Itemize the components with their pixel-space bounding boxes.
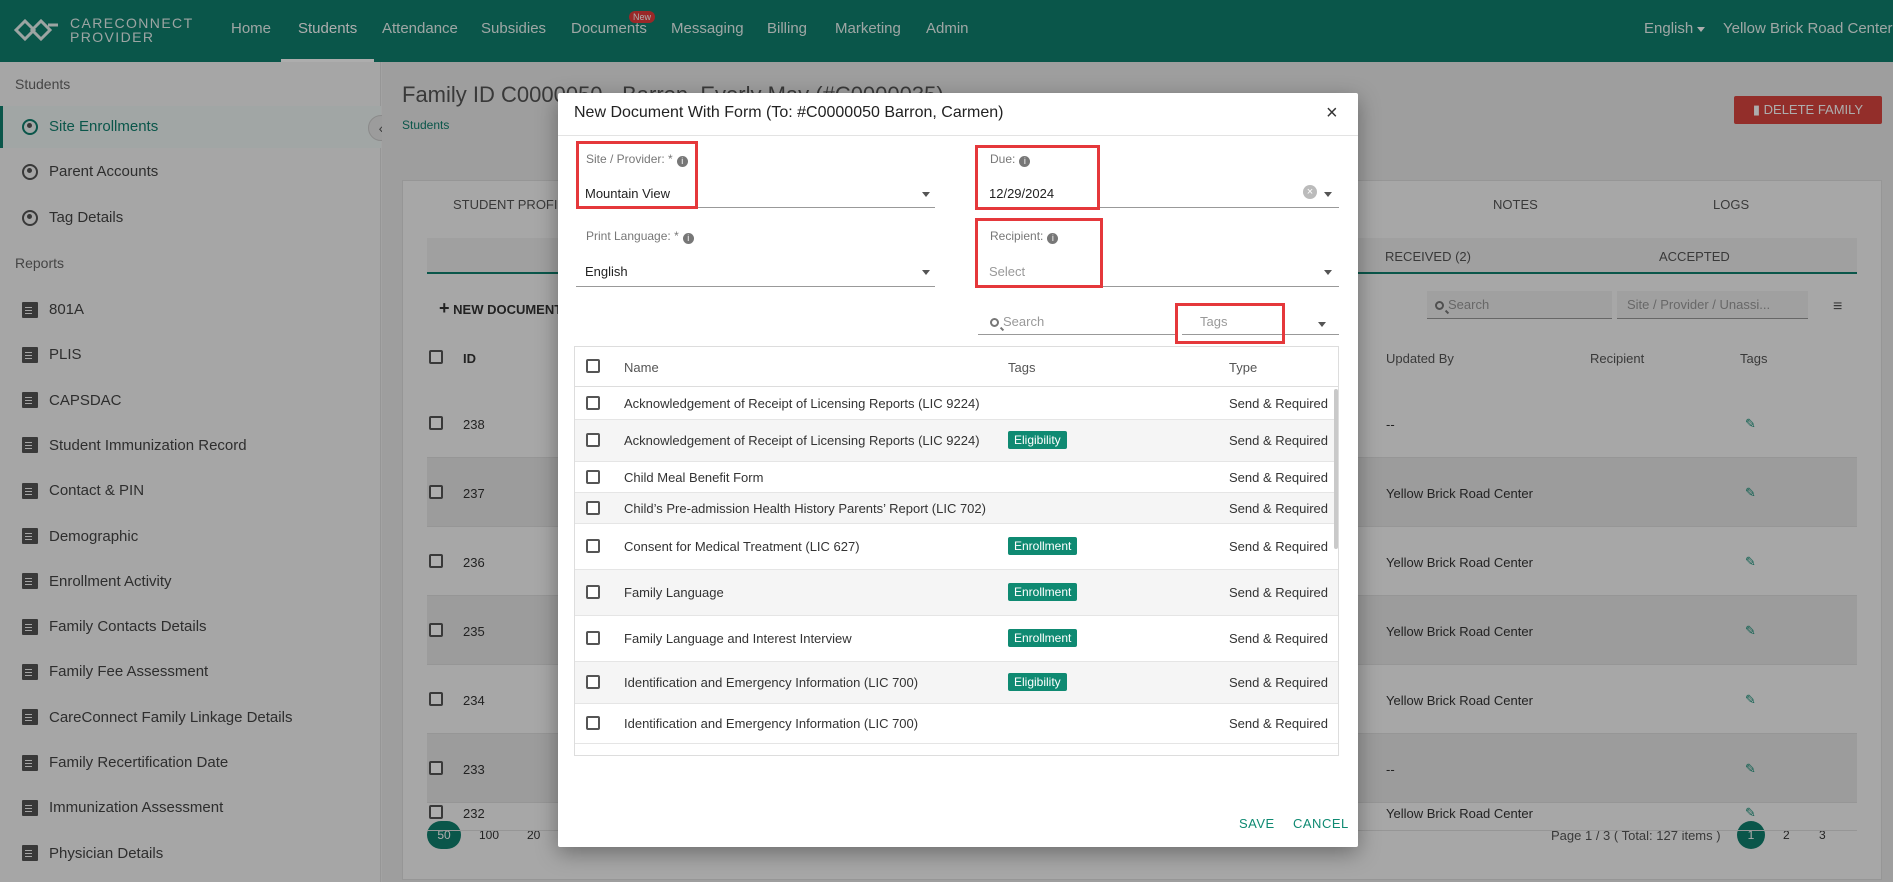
document-tag: Enrollment <box>1008 629 1078 647</box>
document-name: Identification and Emergency Information… <box>624 675 919 690</box>
document-checkbox[interactable] <box>586 631 600 645</box>
chevron-down-icon <box>1324 270 1332 275</box>
document-name: Child Meal Benefit Form <box>624 470 764 485</box>
column-name: Name <box>624 360 659 375</box>
clear-icon[interactable]: × <box>1303 185 1317 199</box>
new-document-dialog: New Document With Form (To: #C0000050 Ba… <box>558 93 1358 847</box>
document-row[interactable]: Acknowledgement of Receipt of Licensing … <box>575 388 1338 420</box>
document-tag: Eligibility <box>1008 673 1067 691</box>
document-type: Send & Required <box>1229 396 1329 411</box>
document-type: Send & Required <box>1229 716 1329 731</box>
document-name: Consent for Medical Treatment (LIC 627) <box>624 539 860 554</box>
document-name: Child’s Pre-admission Health History Par… <box>624 501 986 516</box>
document-type: Send & Required <box>1229 675 1329 690</box>
document-tag: Eligibility <box>1008 431 1067 449</box>
cancel-button[interactable]: CANCEL <box>1293 816 1349 831</box>
select-all-documents-checkbox[interactable] <box>586 359 600 373</box>
document-checkbox[interactable] <box>586 470 600 484</box>
document-name: Family Language <box>624 585 724 600</box>
document-name: Family Language and Interest Interview <box>624 631 852 646</box>
document-type: Send & Required <box>1229 433 1329 448</box>
dialog-divider <box>558 135 1358 136</box>
close-icon[interactable]: × <box>1326 103 1338 123</box>
print-language-value: English <box>585 264 628 279</box>
table-scrollbar[interactable] <box>1334 389 1338 549</box>
document-row[interactable]: Consent for Medical Treatment (LIC 627) E… <box>575 524 1338 570</box>
print-language-label-text: Print Language: * <box>586 229 679 243</box>
document-row[interactable]: Identification and Emergency Information… <box>575 704 1338 744</box>
chevron-down-icon <box>1324 192 1332 197</box>
document-type: Send & Required <box>1229 470 1329 485</box>
highlight-box <box>975 145 1100 210</box>
document-type: Send & Required <box>1229 631 1329 646</box>
chevron-down-icon <box>1318 322 1326 327</box>
save-button[interactable]: SAVE <box>1239 816 1275 831</box>
document-row[interactable]: Family Language and Interest Interview En… <box>575 616 1338 662</box>
document-checkbox[interactable] <box>586 433 600 447</box>
document-list-table: Name Tags Type Acknowledgement of Receip… <box>574 346 1339 756</box>
document-type: Send & Required <box>1229 539 1329 554</box>
search-icon <box>990 318 999 327</box>
table-header: Name Tags Type <box>575 347 1338 387</box>
print-language-select[interactable] <box>576 286 935 287</box>
document-search-input[interactable]: Search <box>978 309 1178 335</box>
document-type: Send & Required <box>1229 501 1329 516</box>
document-checkbox[interactable] <box>586 539 600 553</box>
document-row[interactable]: Child’s Pre-admission Health History Par… <box>575 493 1338 524</box>
document-row[interactable]: Child Meal Benefit Form Send & Required <box>575 462 1338 493</box>
document-checkbox[interactable] <box>586 396 600 410</box>
document-tag: Enrollment <box>1008 537 1078 555</box>
document-name: Acknowledgement of Receipt of Licensing … <box>624 433 980 448</box>
document-type: Send & Required <box>1229 585 1329 600</box>
highlight-box <box>1175 303 1285 344</box>
dialog-title: New Document With Form (To: #C0000050 Ba… <box>574 104 1004 121</box>
chevron-down-icon <box>922 192 930 197</box>
info-icon[interactable]: i <box>682 233 694 244</box>
document-name: Identification and Emergency Information… <box>624 716 919 731</box>
highlight-box <box>975 218 1103 288</box>
document-name: Acknowledgement of Receipt of Licensing … <box>624 396 980 411</box>
column-type: Type <box>1229 360 1258 375</box>
document-checkbox[interactable] <box>586 585 600 599</box>
column-tags: Tags <box>1008 360 1036 375</box>
document-tag: Enrollment <box>1008 583 1078 601</box>
document-checkbox[interactable] <box>586 675 600 689</box>
document-checkbox[interactable] <box>586 501 600 515</box>
document-row[interactable]: Identification and Emergency Information… <box>575 662 1338 704</box>
document-row[interactable]: Acknowledgement of Receipt of Licensing … <box>575 420 1338 462</box>
chevron-down-icon <box>922 270 930 275</box>
print-language-label: Print Language: * i <box>586 229 694 244</box>
document-checkbox[interactable] <box>586 716 600 730</box>
document-row[interactable]: Family Language Enrollment Send & Required <box>575 570 1338 616</box>
highlight-box <box>576 141 698 209</box>
document-search-placeholder: Search <box>1003 314 1045 329</box>
